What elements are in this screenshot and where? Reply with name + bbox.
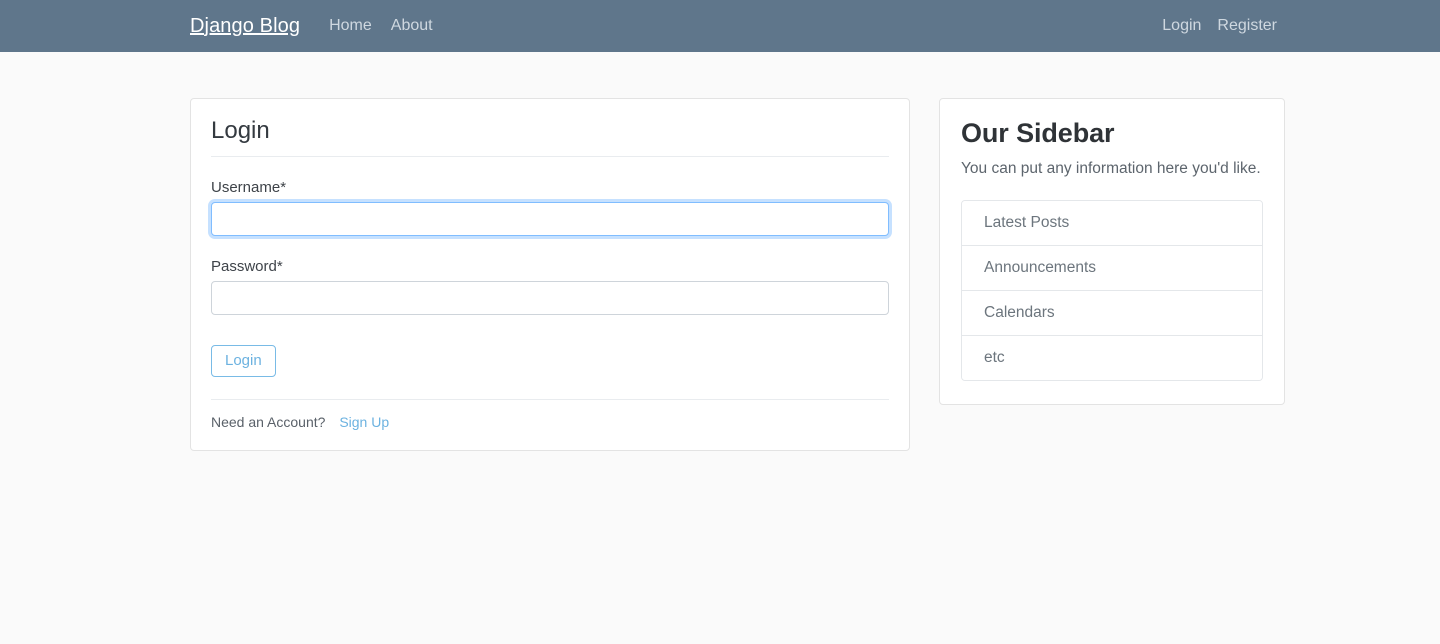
sidebar-description: You can put any information here you'd l… [961,159,1261,177]
sidebar-list-group: Latest Posts Announcements Calendars etc [961,200,1263,381]
nav-link-home[interactable]: Home [329,17,372,35]
list-item[interactable]: etc [962,336,1262,380]
login-button-row: Login [211,344,889,401]
nav-link-register[interactable]: Register [1217,17,1277,35]
list-item[interactable]: Announcements [962,246,1262,291]
page-body: Login Username* Password* Login Need an … [0,52,1440,452]
navbar-left-links: Home About [329,17,433,35]
login-submit-button[interactable]: Login [211,344,276,378]
login-form-legend: Login [211,117,889,157]
sidebar-wrapper: Our Sidebar You can put any information … [939,98,1285,405]
sidebar-card: Our Sidebar You can put any information … [939,98,1285,405]
list-item[interactable]: Latest Posts [962,201,1262,246]
sign-up-link[interactable]: Sign Up [339,414,389,430]
password-input[interactable] [211,280,889,315]
navbar-right-links: Login Register [1162,17,1440,35]
nav-link-about[interactable]: About [391,17,433,35]
top-navbar: Django Blog Home About Login Register [0,0,1440,52]
sidebar-title: Our Sidebar [961,118,1115,148]
list-item[interactable]: Calendars [962,291,1262,336]
login-card-footer: Need an Account? Sign Up [211,414,889,430]
navbar-brand[interactable]: Django Blog [190,15,300,38]
need-account-text: Need an Account? [211,414,326,431]
login-card: Login Username* Password* Login Need an … [190,98,910,452]
nav-link-login[interactable]: Login [1162,17,1201,35]
password-label: Password* [211,257,283,275]
password-form-group: Password* [211,258,889,315]
username-form-group: Username* [211,179,889,236]
username-label: Username* [211,178,287,196]
username-input[interactable] [211,201,889,236]
